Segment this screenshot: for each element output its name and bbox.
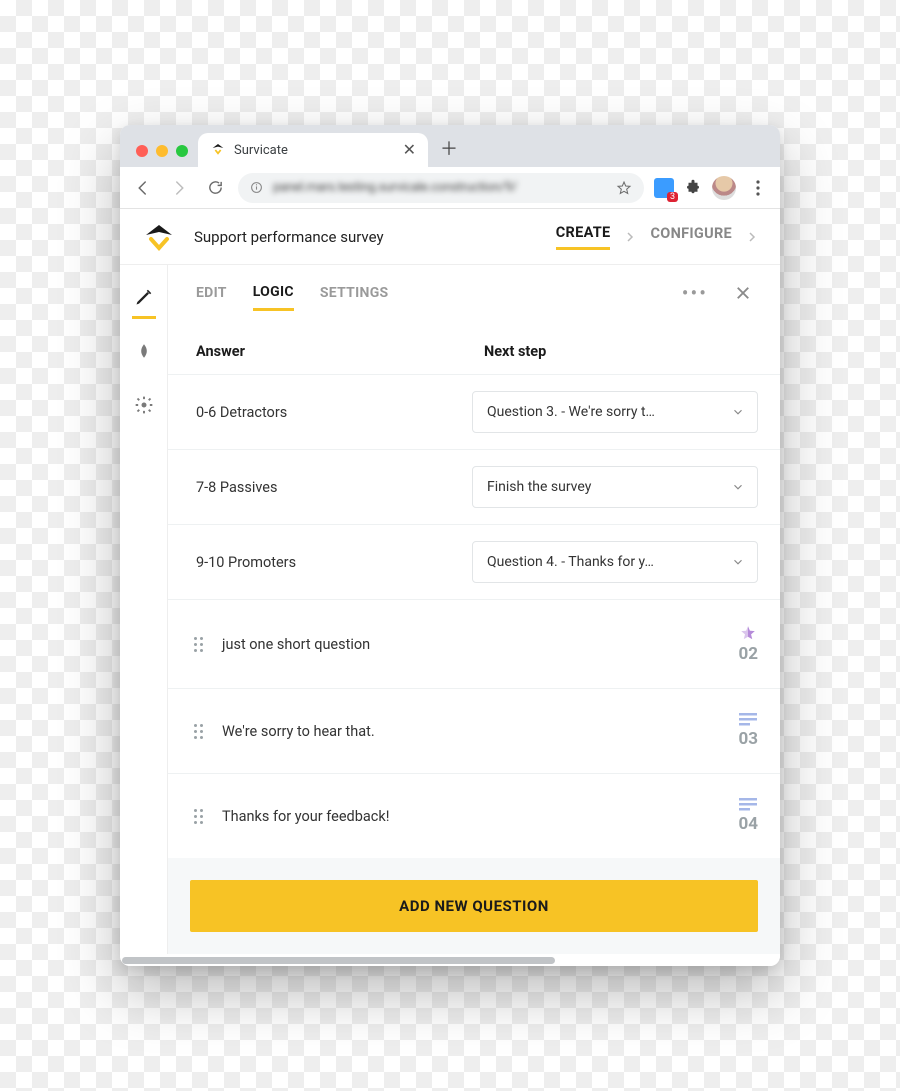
question-number: 03: [738, 729, 758, 749]
answer-label: 9-10 Promoters: [196, 554, 452, 571]
sidebar-settings-icon[interactable]: [130, 391, 158, 419]
survey-title: Support performance survey: [194, 228, 384, 246]
question-meta: 02: [738, 624, 758, 664]
next-step-select[interactable]: Question 4. - Thanks for y…: [472, 541, 758, 583]
more-menu-icon[interactable]: •••: [682, 281, 708, 305]
profile-avatar[interactable]: [712, 176, 736, 200]
bookmark-icon[interactable]: [616, 180, 632, 196]
tab-favicon: [210, 142, 226, 158]
drag-handle-icon[interactable]: [190, 809, 206, 824]
chrome-tab-strip: Survicate ✕ ＋: [120, 125, 780, 167]
sidebar-edit-icon[interactable]: [130, 283, 158, 311]
browser-window: Survicate ✕ ＋ panel.mars.testing.survica…: [120, 125, 780, 966]
add-question-button[interactable]: ADD NEW QUESTION: [190, 880, 758, 932]
browser-menu-icon[interactable]: [746, 180, 770, 196]
extension-badge-icon[interactable]: [654, 178, 674, 198]
browser-toolbar: panel.mars.testing.survicale.constructio…: [120, 167, 780, 209]
window-controls: [130, 145, 198, 167]
browser-tab[interactable]: Survicate ✕: [198, 133, 428, 167]
reload-button[interactable]: [202, 175, 228, 201]
text-lines-icon: [739, 713, 757, 727]
close-panel-icon[interactable]: [734, 284, 752, 302]
next-step-select[interactable]: Finish the survey: [472, 466, 758, 508]
chevron-down-icon: [731, 405, 745, 419]
question-meta: 03: [738, 713, 758, 749]
chevron-right-icon: [624, 231, 636, 243]
new-tab-button[interactable]: ＋: [434, 133, 464, 163]
answer-label: 7-8 Passives: [196, 479, 452, 496]
scrollbar-thumb[interactable]: [122, 957, 555, 964]
app-body: EDIT LOGIC SETTINGS ••• Answer Next step…: [120, 265, 780, 954]
survicate-logo[interactable]: [142, 223, 176, 251]
close-tab-icon[interactable]: ✕: [403, 142, 416, 158]
drag-handle-icon[interactable]: [190, 637, 206, 652]
question-number: 04: [738, 814, 758, 834]
sidebar-design-icon[interactable]: [130, 337, 158, 365]
question-text: just one short question: [222, 636, 722, 653]
extensions-icon[interactable]: [684, 179, 702, 197]
next-step-select[interactable]: Question 3. - We're sorry t…: [472, 391, 758, 433]
subtab-edit[interactable]: EDIT: [196, 277, 227, 309]
question-row[interactable]: Thanks for your feedback! 04: [168, 773, 780, 858]
maximize-window-icon[interactable]: [176, 145, 188, 157]
chevron-right-icon: [746, 231, 758, 243]
close-window-icon[interactable]: [136, 145, 148, 157]
step-configure[interactable]: CONFIGURE: [650, 225, 732, 248]
logic-panel: Answer Next step 0-6 Detractors Question…: [168, 321, 780, 858]
subtabs: EDIT LOGIC SETTINGS •••: [168, 265, 780, 321]
url-text: panel.mars.testing.survicale.constructio…: [273, 180, 517, 195]
extensions-area: [654, 176, 770, 200]
star-icon: [739, 624, 757, 642]
app-header: Support performance survey CREATE CONFIG…: [120, 209, 780, 265]
forward-button[interactable]: [166, 175, 192, 201]
logic-row: 0-6 Detractors Question 3. - We're sorry…: [168, 374, 780, 449]
subtab-settings[interactable]: SETTINGS: [320, 277, 389, 309]
logic-row: 9-10 Promoters Question 4. - Thanks for …: [168, 524, 780, 599]
tab-title: Survicate: [234, 143, 288, 158]
minimize-window-icon[interactable]: [156, 145, 168, 157]
question-number: 02: [738, 644, 758, 664]
chevron-down-icon: [731, 555, 745, 569]
back-button[interactable]: [130, 175, 156, 201]
horizontal-scrollbar[interactable]: [120, 954, 780, 966]
wizard-steps: CREATE CONFIGURE: [556, 224, 758, 250]
header-answer: Answer: [196, 343, 464, 360]
step-create[interactable]: CREATE: [556, 224, 611, 250]
sidebar: [120, 265, 168, 954]
question-text: Thanks for your feedback!: [222, 808, 722, 825]
header-next-step: Next step: [484, 343, 752, 360]
question-meta: 04: [738, 798, 758, 834]
text-lines-icon: [739, 798, 757, 812]
logic-row: 7-8 Passives Finish the survey: [168, 449, 780, 524]
site-info-icon: [250, 181, 263, 194]
answer-label: 0-6 Detractors: [196, 404, 452, 421]
logic-table-header: Answer Next step: [168, 321, 780, 374]
address-bar[interactable]: panel.mars.testing.survicale.constructio…: [238, 173, 644, 203]
question-text: We're sorry to hear that.: [222, 723, 722, 740]
subtab-logic[interactable]: LOGIC: [253, 276, 294, 311]
main-content: EDIT LOGIC SETTINGS ••• Answer Next step…: [168, 265, 780, 954]
add-question-area: ADD NEW QUESTION: [168, 858, 780, 954]
question-row[interactable]: We're sorry to hear that. 03: [168, 688, 780, 773]
question-row[interactable]: just one short question 02: [168, 599, 780, 688]
drag-handle-icon[interactable]: [190, 724, 206, 739]
chevron-down-icon: [731, 480, 745, 494]
